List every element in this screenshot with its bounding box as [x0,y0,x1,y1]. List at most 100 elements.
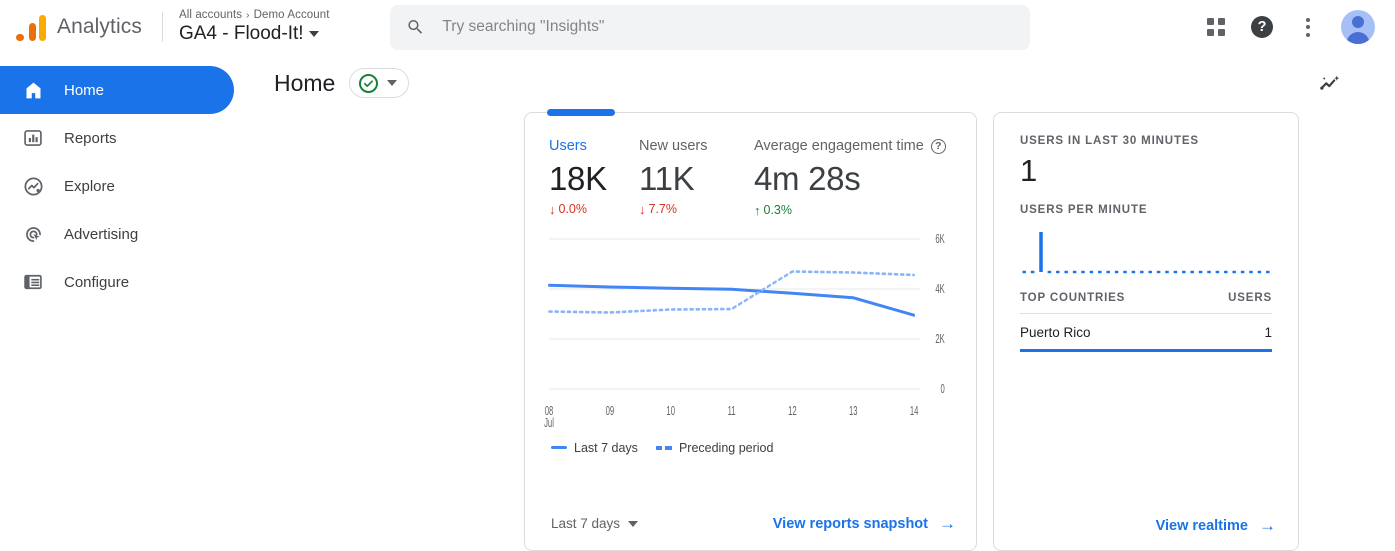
metric-delta-value: 0.3% [763,202,793,217]
metric-value: 11K [639,159,695,197]
legend-item-current: Last 7 days [551,441,638,455]
legend-dashed-swatch [655,445,672,450]
users-per-minute-label: USERS PER MINUTE [1020,204,1148,217]
date-range-selector[interactable]: Last 7 days [551,516,639,531]
date-range-label: Last 7 days [551,516,621,531]
breadcrumb-root: All accounts [178,8,243,21]
active-tab-indicator[interactable] [547,109,615,116]
metrics-row: Users 18K ↓ 0.0% New users 11K ↓ 7.7% Av… [525,113,1107,217]
sidebar-item-label: Reports [64,129,117,147]
metric-value: 18K [549,159,607,197]
sidebar-item-explore[interactable]: Explore [0,162,234,210]
help-question-icon: ? [1251,16,1273,38]
breadcrumb-separator: › [246,9,250,21]
chevron-down-icon [387,80,398,86]
country-users: 1 [1264,325,1272,341]
user-avatar[interactable] [1341,10,1375,44]
configure-list-icon [22,271,44,293]
top-countries-table: TOP COUNTRIES USERS Puerto Rico 1 [1020,292,1272,353]
x-axis-tick-label: 10 [666,405,675,418]
x-axis-tick-label: 12 [788,405,797,418]
x-axis-tick-label: 13 [849,405,858,418]
legend-label: Preceding period [678,440,774,455]
sidebar-item-home[interactable]: Home [0,66,234,114]
help-button[interactable]: ? [1249,14,1275,40]
page-status-chip[interactable] [349,68,410,98]
home-icon [22,79,44,101]
arrow-up-icon: ↑ [754,202,761,218]
top-app-bar: Analytics All accounts › Demo Account GA4 … [0,0,1395,54]
metric-value: 4m 28s [754,160,861,197]
brand-divider [161,12,163,42]
metric-avg-engagement-time[interactable]: Average engagement time ? 4m 28s ↑ 0.3% [754,139,997,217]
metric-delta: ↓ 0.0% [549,203,639,216]
bar-chart-icon [22,127,44,149]
users-trend-chart[interactable]: 0 2K 4K 6K 08 09 10 11 12 13 14 Jul [525,227,976,430]
cards-row: Users 18K ↓ 0.0% New users 11K ↓ 7.7% Av… [250,109,1395,551]
brand-area[interactable]: Analytics [16,13,142,41]
green-check-circle-icon [359,73,379,93]
sidebar-item-label: Configure [64,273,130,291]
search-icon [407,19,422,34]
realtime-card-footer: View realtime → [994,517,1298,550]
apps-grid-button[interactable] [1203,14,1229,40]
realtime-users-value: 1 [1020,153,1038,188]
advertising-target-icon [22,223,44,245]
page-body: Home Reports Explore Advertising Configu… [0,54,1395,551]
grid-apps-icon [1207,18,1225,36]
kebab-more-icon [1306,17,1310,37]
table-header-row: TOP COUNTRIES USERS [1020,292,1272,315]
search-input[interactable] [442,18,1014,36]
view-reports-snapshot-link[interactable]: View reports snapshot → [773,515,956,532]
sidebar-item-reports[interactable]: Reports [0,114,234,162]
help-question-icon[interactable]: ? [930,139,946,154]
insights-button[interactable] [1317,70,1371,96]
metric-label-text: Average engagement time [754,138,924,155]
arrow-right-icon: → [1259,516,1276,535]
legend-item-preceding: Preceding period [655,440,774,455]
account-selector[interactable]: All accounts › Demo Account GA4 - Flood-It… [179,9,330,45]
metric-label: Average engagement time ? [754,139,997,154]
sidebar-item-label: Home [64,81,105,99]
analytics-home-page: Analytics All accounts › Demo Account GA4 … [0,0,1395,551]
insights-sparkline-icon [1320,75,1340,90]
more-options-button[interactable] [1295,14,1321,40]
chart-legend: Last 7 days Preceding period [525,427,976,455]
table-row[interactable]: Puerto Rico 1 [1020,314,1272,353]
users-per-minute-chart [1020,226,1272,278]
users-overview-card: Users 18K ↓ 0.0% New users 11K ↓ 7.7% Av… [524,109,1107,551]
y-axis-tick-label: 2K [935,333,944,346]
x-axis-month-label: Jul [544,417,554,430]
chart-series-line [548,269,915,314]
search-area [389,4,1030,50]
sidebar-item-advertising[interactable]: Advertising [0,210,234,258]
y-axis-tick-label: 6K [935,233,944,246]
trend-chart-svg: 02K4K6K08 09 10 11 12 13 14Jul [544,233,945,430]
avatar-body [1346,32,1370,44]
x-axis-tick-label: 14 [910,405,919,418]
page-header: Home [250,54,1395,112]
metric-label: New users [639,138,708,154]
per-minute-bar [1039,232,1043,273]
search-box[interactable] [389,4,1030,50]
property-name-label: GA4 - Flood-It! [178,23,304,45]
y-axis-tick-label: 4K [935,283,944,296]
sidebar-item-label: Advertising [64,225,139,243]
metric-new-users[interactable]: New users 11K ↓ 7.7% [639,139,754,217]
metric-users[interactable]: Users 18K ↓ 0.0% [549,139,639,217]
metric-label: Users [549,138,587,154]
breadcrumb: All accounts › Demo Account [179,9,330,22]
arrow-down-icon: ↓ [549,202,556,218]
top-bar-actions: ? [1203,10,1381,44]
explore-compass-icon [22,175,44,197]
sidebar-item-configure[interactable]: Configure [0,258,234,306]
chevron-down-icon [628,520,639,527]
property-name[interactable]: GA4 - Flood-It! [179,23,330,45]
column-header-country: TOP COUNTRIES [1020,292,1126,305]
breadcrumb-account: Demo Account [253,8,330,21]
view-realtime-link[interactable]: View realtime → [1156,517,1276,534]
google-analytics-logo-icon [16,13,46,41]
metric-delta-value: 7.7% [648,202,678,217]
realtime-card: USERS IN LAST 30 MINUTES 1 USERS PER MIN… [993,112,1299,551]
cta-label: View reports snapshot [772,515,928,532]
